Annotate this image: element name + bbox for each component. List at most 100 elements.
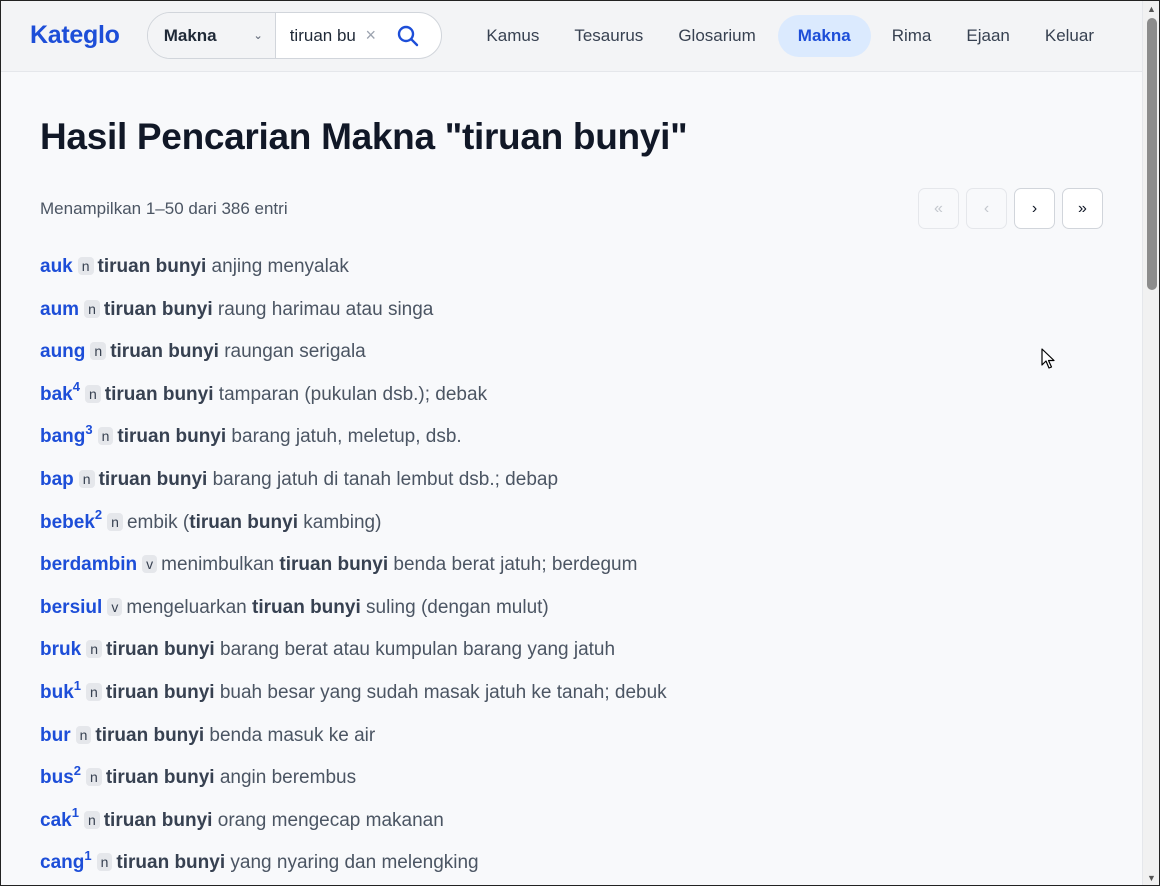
entry-word-link[interactable]: bang3 [40,423,93,448]
entry-word-link[interactable]: bur [40,725,71,746]
list-item: bak4 n tiruan bunyi tamparan (pukulan dsb.… [40,380,1102,425]
entry-word-link[interactable]: aum [40,299,79,320]
definition-text: tamparan (pukulan dsb.); debak [213,383,488,405]
nav-link-kamus[interactable]: Kamus [469,15,556,57]
results-meta: Menampilkan 1–50 dari 386 entri « ‹ › » [40,188,1103,229]
definition-text: orang mengecap makanan [212,809,444,831]
entry-word: auk [40,256,73,277]
main-content: Hasil Pencarian Makna "tiruan bunyi" Men… [0,116,1142,886]
nav-link-keluar[interactable]: Keluar [1028,15,1111,57]
nav-link-glosarium[interactable]: Glosarium [661,15,772,57]
nav-link-makna[interactable]: Makna [777,14,871,57]
pos-badge: n [84,299,100,318]
pos-badge: v [107,597,123,616]
list-item: bur n tiruan bunyi benda masuk ke air [40,723,1102,766]
entry-homonym-number: 3 [85,422,93,438]
search-input[interactable] [275,13,356,58]
entry-homonym-number: 1 [84,847,92,863]
definition-text: suling (dengan mulut) [360,596,549,618]
browser-viewport: Kateglo Makna ⌄ × KamusTesaurusGlosarium… [0,0,1142,886]
definition-text: barang jatuh, meletup, dsb. [226,426,462,448]
highlighted-match: tiruan bunyi [95,724,205,746]
list-item: aum n tiruan bunyi raung harimau atau sing… [40,297,1102,340]
search-form: Makna ⌄ × [146,12,443,59]
highlighted-match: tiruan bunyi [98,468,208,490]
clear-icon[interactable]: × [356,25,386,46]
definition-text: raung harimau atau singa [212,298,434,320]
highlighted-match: tiruan bunyi [103,298,213,320]
entry-word: aum [40,298,80,320]
highlighted-match: tiruan bunyi [110,341,219,363]
prev-page-button[interactable]: ‹ [966,188,1007,229]
entry-word-link[interactable]: aung [40,341,85,362]
highlighted-match: tiruan bunyi [105,681,215,703]
last-page-button[interactable]: » [1062,188,1103,229]
nav-link-tesaurus[interactable]: Tesaurus [557,15,660,57]
scrollbar-thumb[interactable] [1147,18,1157,290]
nav-link-ejaan[interactable]: Ejaan [949,15,1026,57]
definition-text: anjing menyalak [206,256,349,277]
entry-word-link[interactable]: bak4 [40,380,80,404]
list-item: berdambin v menimbulkan tiruan bunyi benda… [40,552,1102,595]
main-nav: Kamus Tesaurus Glosarium Makna Rima Ejaan Kelu… [469,14,1112,57]
search-icon[interactable] [386,24,430,48]
entry-word-link[interactable]: bap [40,469,74,490]
entry-word-link[interactable]: bus2 [40,764,81,789]
list-item: cak1 n tiruan bunyi orang mengecap makanan [40,806,1102,851]
entry-word-link[interactable]: berdambin [40,554,137,575]
entry-word-link[interactable]: bruk [40,639,81,660]
entry-word: bur [40,724,71,746]
entry-word: bus [40,767,74,789]
pos-badge: n [75,725,92,744]
pos-badge: v [142,555,158,574]
scroll-down-arrow-icon[interactable]: ▼ [1143,869,1160,886]
pos-badge: n [83,810,100,829]
definition-text: benda berat jatuh; berdegum [388,554,638,576]
entry-word-link[interactable]: buk1 [40,679,81,703]
entry-word-link[interactable]: cak1 [40,806,79,831]
scroll-up-arrow-icon[interactable]: ▲ [1143,0,1160,17]
definition-text: kambing) [297,511,382,533]
first-page-button[interactable]: « [918,188,959,229]
pos-badge: n [86,640,102,659]
definition-text: raungan serigala [218,341,366,363]
entry-word: cak [40,809,72,831]
pos-badge: n [78,469,95,488]
next-page-button[interactable]: › [1014,188,1055,229]
entry-homonym-number: 4 [72,379,80,395]
entry-homonym-number: 1 [73,677,82,693]
mouse-cursor-icon [1041,348,1055,369]
pos-badge: n [86,682,102,701]
search-mode-select[interactable]: Makna ⌄ [147,13,276,58]
entry-word: buk [40,681,74,703]
entry-homonym-number: 1 [71,805,79,821]
entry-word: bebek [40,511,95,533]
entry-word-link[interactable]: bebek2 [40,508,102,533]
brand-logo[interactable]: Kateglo [30,21,147,50]
entry-word: bersiul [40,596,103,618]
entry-word-link[interactable]: auk [40,256,73,277]
result-count: Menampilkan 1–50 dari 386 entri [40,198,288,218]
entry-word-link[interactable]: bersiul [40,597,102,618]
search-mode-label: Makna [163,25,217,45]
highlighted-match: tiruan bunyi [117,426,227,448]
list-item: bang3 n tiruan bunyi barang jatuh, meletup… [40,423,1102,467]
pos-badge: n [77,257,94,275]
list-item: aung n tiruan bunyi raungan serigala [40,339,1102,382]
definition-text: benda masuk ke air [204,724,376,746]
definition-text: menimbulkan [161,554,280,576]
pos-badge: n [96,853,113,872]
page-scrollbar[interactable]: ▲ ▼ [1142,0,1160,886]
highlighted-match: tiruan bunyi [105,639,215,661]
entry-word: berdambin [40,554,138,576]
top-navbar: Kateglo Makna ⌄ × KamusTesaurusGlosarium… [0,0,1142,72]
highlighted-match: tiruan bunyi [104,383,214,405]
list-item: auk n tiruan bunyi anjing menyalak [40,254,1102,297]
entry-word: bang [40,426,86,448]
chevron-down-icon: ⌄ [253,30,263,42]
entry-homonym-number: 2 [73,762,82,778]
nav-link-rima[interactable]: Rima [875,15,949,57]
pos-badge: n [86,768,102,787]
entry-word-link[interactable]: cang1 [40,849,92,873]
definition-text: embik ( [126,511,190,533]
